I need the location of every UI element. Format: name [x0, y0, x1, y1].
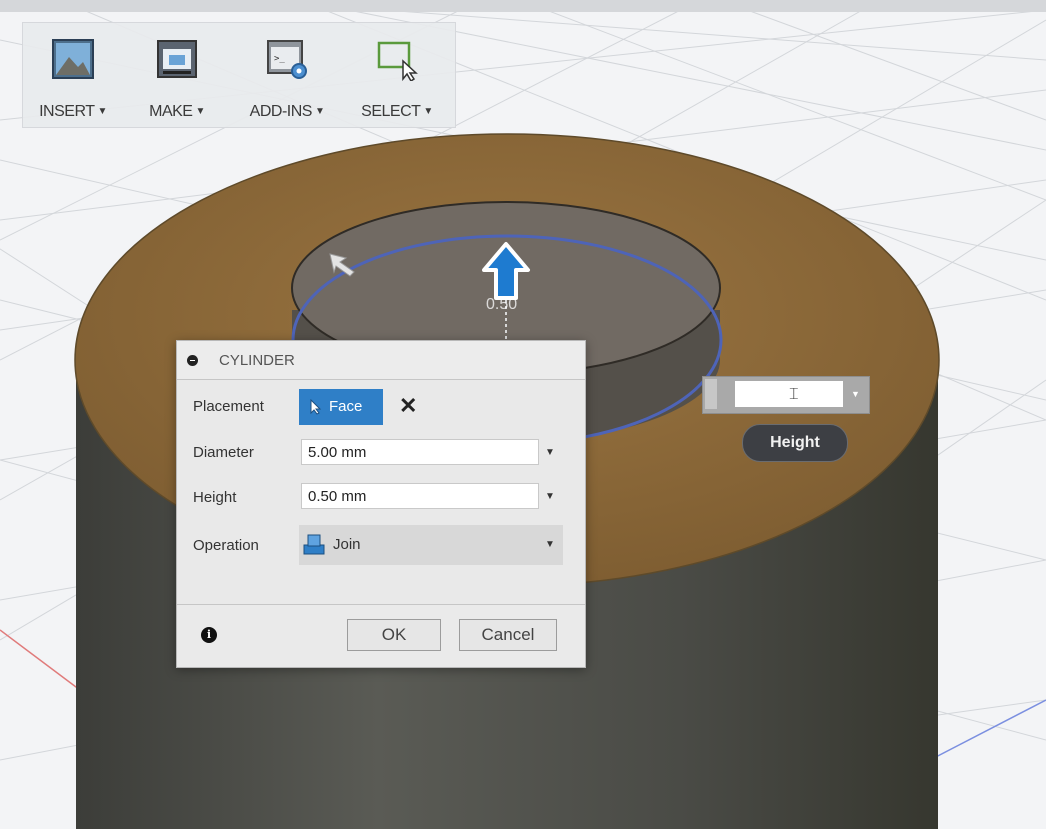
diameter-input[interactable]: 5.00 mm: [301, 439, 539, 465]
cancel-button[interactable]: Cancel: [459, 619, 557, 651]
diameter-dropdown-icon[interactable]: ▼: [545, 447, 555, 458]
dialog-header[interactable]: CYLINDER: [177, 341, 585, 380]
window-top-edge: [0, 0, 1046, 12]
operation-label: Operation: [193, 537, 259, 554]
drag-handle[interactable]: [705, 379, 717, 409]
height-input[interactable]: 0.50 mm: [301, 483, 539, 509]
join-operation-icon: [303, 534, 325, 555]
select-cursor-icon: [310, 399, 322, 415]
height-tooltip: Height: [742, 424, 848, 462]
insert-image-icon: [52, 39, 94, 79]
make-menu[interactable]: MAKE ▼: [127, 31, 227, 123]
floating-dropdown-icon[interactable]: ▼: [851, 389, 860, 399]
make-3d-print-icon: [157, 40, 197, 78]
add-ins-label: ADD-INS: [249, 103, 313, 120]
dialog-title: CYLINDER: [219, 352, 295, 369]
svg-text:>_: >_: [274, 54, 285, 64]
ok-button[interactable]: OK: [347, 619, 441, 651]
placement-face-label: Face: [329, 398, 363, 415]
select-window-icon: [377, 41, 418, 81]
insert-label: INSERT: [39, 103, 95, 120]
placement-label: Placement: [193, 398, 264, 415]
height-dropdown-icon[interactable]: ▼: [545, 491, 555, 502]
z-axis-line: [929, 699, 1046, 761]
dimension-value: 0.50: [486, 296, 518, 313]
dialog-footer: i OK Cancel: [177, 604, 585, 667]
operation-value: Join: [333, 536, 361, 553]
select-menu[interactable]: SELECT ▼: [347, 31, 447, 123]
operation-dropdown-icon: ▼: [545, 539, 555, 550]
select-label: SELECT: [361, 103, 421, 120]
make-label: MAKE: [149, 103, 193, 120]
info-icon[interactable]: i: [201, 627, 217, 643]
operation-select[interactable]: Join ▼: [299, 525, 563, 565]
add-ins-icon: >_: [267, 40, 307, 79]
toolbar: INSERT ▼ MAKE ▼ >_ ADD-INS ▼ SELECT ▼: [22, 22, 456, 128]
collapse-icon[interactable]: [187, 355, 198, 366]
clear-selection-icon[interactable]: ✕: [399, 393, 417, 419]
height-label: Height: [193, 489, 237, 506]
cylinder-dialog: CYLINDER Placement Face ✕ Diameter 5.00 …: [176, 340, 586, 668]
floating-height-field[interactable]: ⌶: [735, 381, 843, 407]
insert-menu[interactable]: INSERT ▼: [23, 31, 123, 123]
floating-height-input[interactable]: ⌶ ▼: [702, 376, 870, 414]
placement-face-button[interactable]: Face: [299, 389, 383, 425]
add-ins-menu[interactable]: >_ ADD-INS ▼: [237, 31, 337, 123]
text-cursor-icon: ⌶: [789, 386, 799, 403]
diameter-label: Diameter: [193, 444, 254, 461]
